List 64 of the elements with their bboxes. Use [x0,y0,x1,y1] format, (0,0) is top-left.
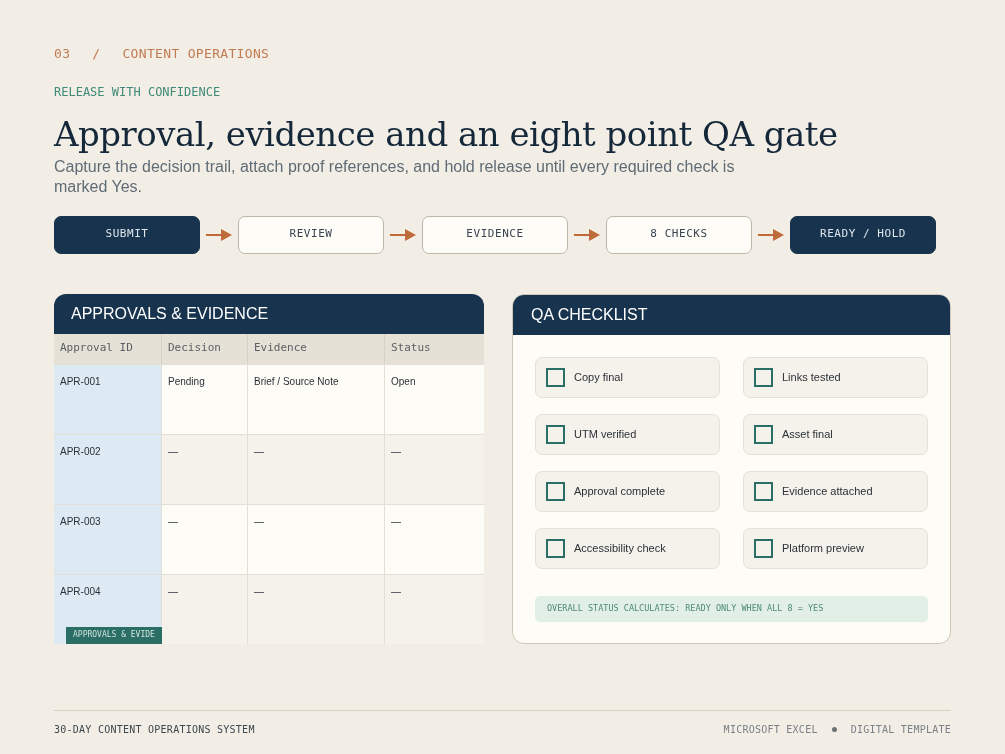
arrow-icon [390,228,416,241]
footer-text: MICROSOFT EXCEL [723,722,818,737]
checklist-label: Asset final [782,426,833,442]
footer-text: DIGITAL TEMPLATE [850,722,951,737]
checkbox[interactable] [546,538,565,558]
checklist-label: Links tested [782,369,841,385]
bullet-icon [831,726,837,732]
arrow-icon [206,228,232,241]
table-cell: — [248,504,385,574]
column-header: Status [390,340,432,357]
subtitle: Capture the decision trail, attach proof references, and hold release until every required check is marked Yes. [54,156,736,197]
page-title: Approval, evidence and an eight point QA gate [54,112,839,155]
table-cell-text: — [390,514,402,529]
checkbox[interactable] [754,481,773,501]
checklist-label: Copy final [574,369,623,385]
flow-step: EVIDENCE [422,215,568,254]
table-cell: Brief / Source Note [248,364,385,434]
separator: / [92,45,101,63]
checklist-label: UTM verified [574,426,637,442]
table-cell-text: — [390,584,402,599]
table-cell: — [248,574,385,644]
panel-title: QA CHECKLIST [531,304,648,325]
table-cell: — [248,434,385,504]
checkbox[interactable] [546,424,565,444]
section-title: CONTENT OPERATIONS [122,45,270,63]
checklist-label: Approval complete [574,483,666,499]
checklist-item[interactable]: Asset final [743,413,928,455]
flow-step: 8 CHECKS [606,215,752,254]
table-cell: — [162,504,248,574]
flow-step: SUBMIT [54,215,200,254]
column-header: Decision [162,333,248,364]
checkbox[interactable] [754,538,773,558]
table-cell-text: — [390,444,402,459]
checklist-item[interactable]: Platform preview [743,527,928,569]
checkbox[interactable] [754,424,773,444]
table-cell: APR-003 [54,504,162,574]
checklist-item[interactable]: Accessibility check [535,527,720,569]
checklist-item[interactable]: UTM verified [535,413,720,455]
checklist-label: Accessibility check [574,540,666,556]
arrow-icon [758,228,784,241]
column-header: Approval ID [54,333,162,364]
checklist-item[interactable]: Evidence attached [743,470,928,512]
panel-title: APPROVALS & EVIDENCE [71,303,269,324]
table-cell: APR-001 [54,364,162,434]
section-number: 03 [54,45,71,63]
status-note: OVERALL STATUS CALCULATES: READY ONLY WHEN ALL 8 = YES [535,595,928,622]
checklist-item[interactable]: Links tested [743,356,928,398]
flow-step: READY / HOLD [790,215,936,254]
table-cell: — [162,434,248,504]
flow-step: REVIEW [238,215,384,254]
tagline: RELEASE WITH CONFIDENCE [54,83,222,101]
checkbox[interactable] [546,481,565,501]
table-cell: APR-002 [54,434,162,504]
table-cell-text: Open [390,374,417,389]
checklist-item[interactable]: Approval complete [535,470,720,512]
column-header: Evidence [248,333,385,364]
checkbox[interactable] [546,367,565,387]
checklist-label: Evidence attached [782,483,873,499]
table-cell: Pending [162,364,248,434]
checklist-item[interactable]: Copy final [535,356,720,398]
checklist-label: Platform preview [782,540,864,556]
footer-text: 30-DAY CONTENT OPERATIONS SYSTEM [54,722,255,737]
arrow-icon [574,228,600,241]
checkbox[interactable] [754,367,773,387]
